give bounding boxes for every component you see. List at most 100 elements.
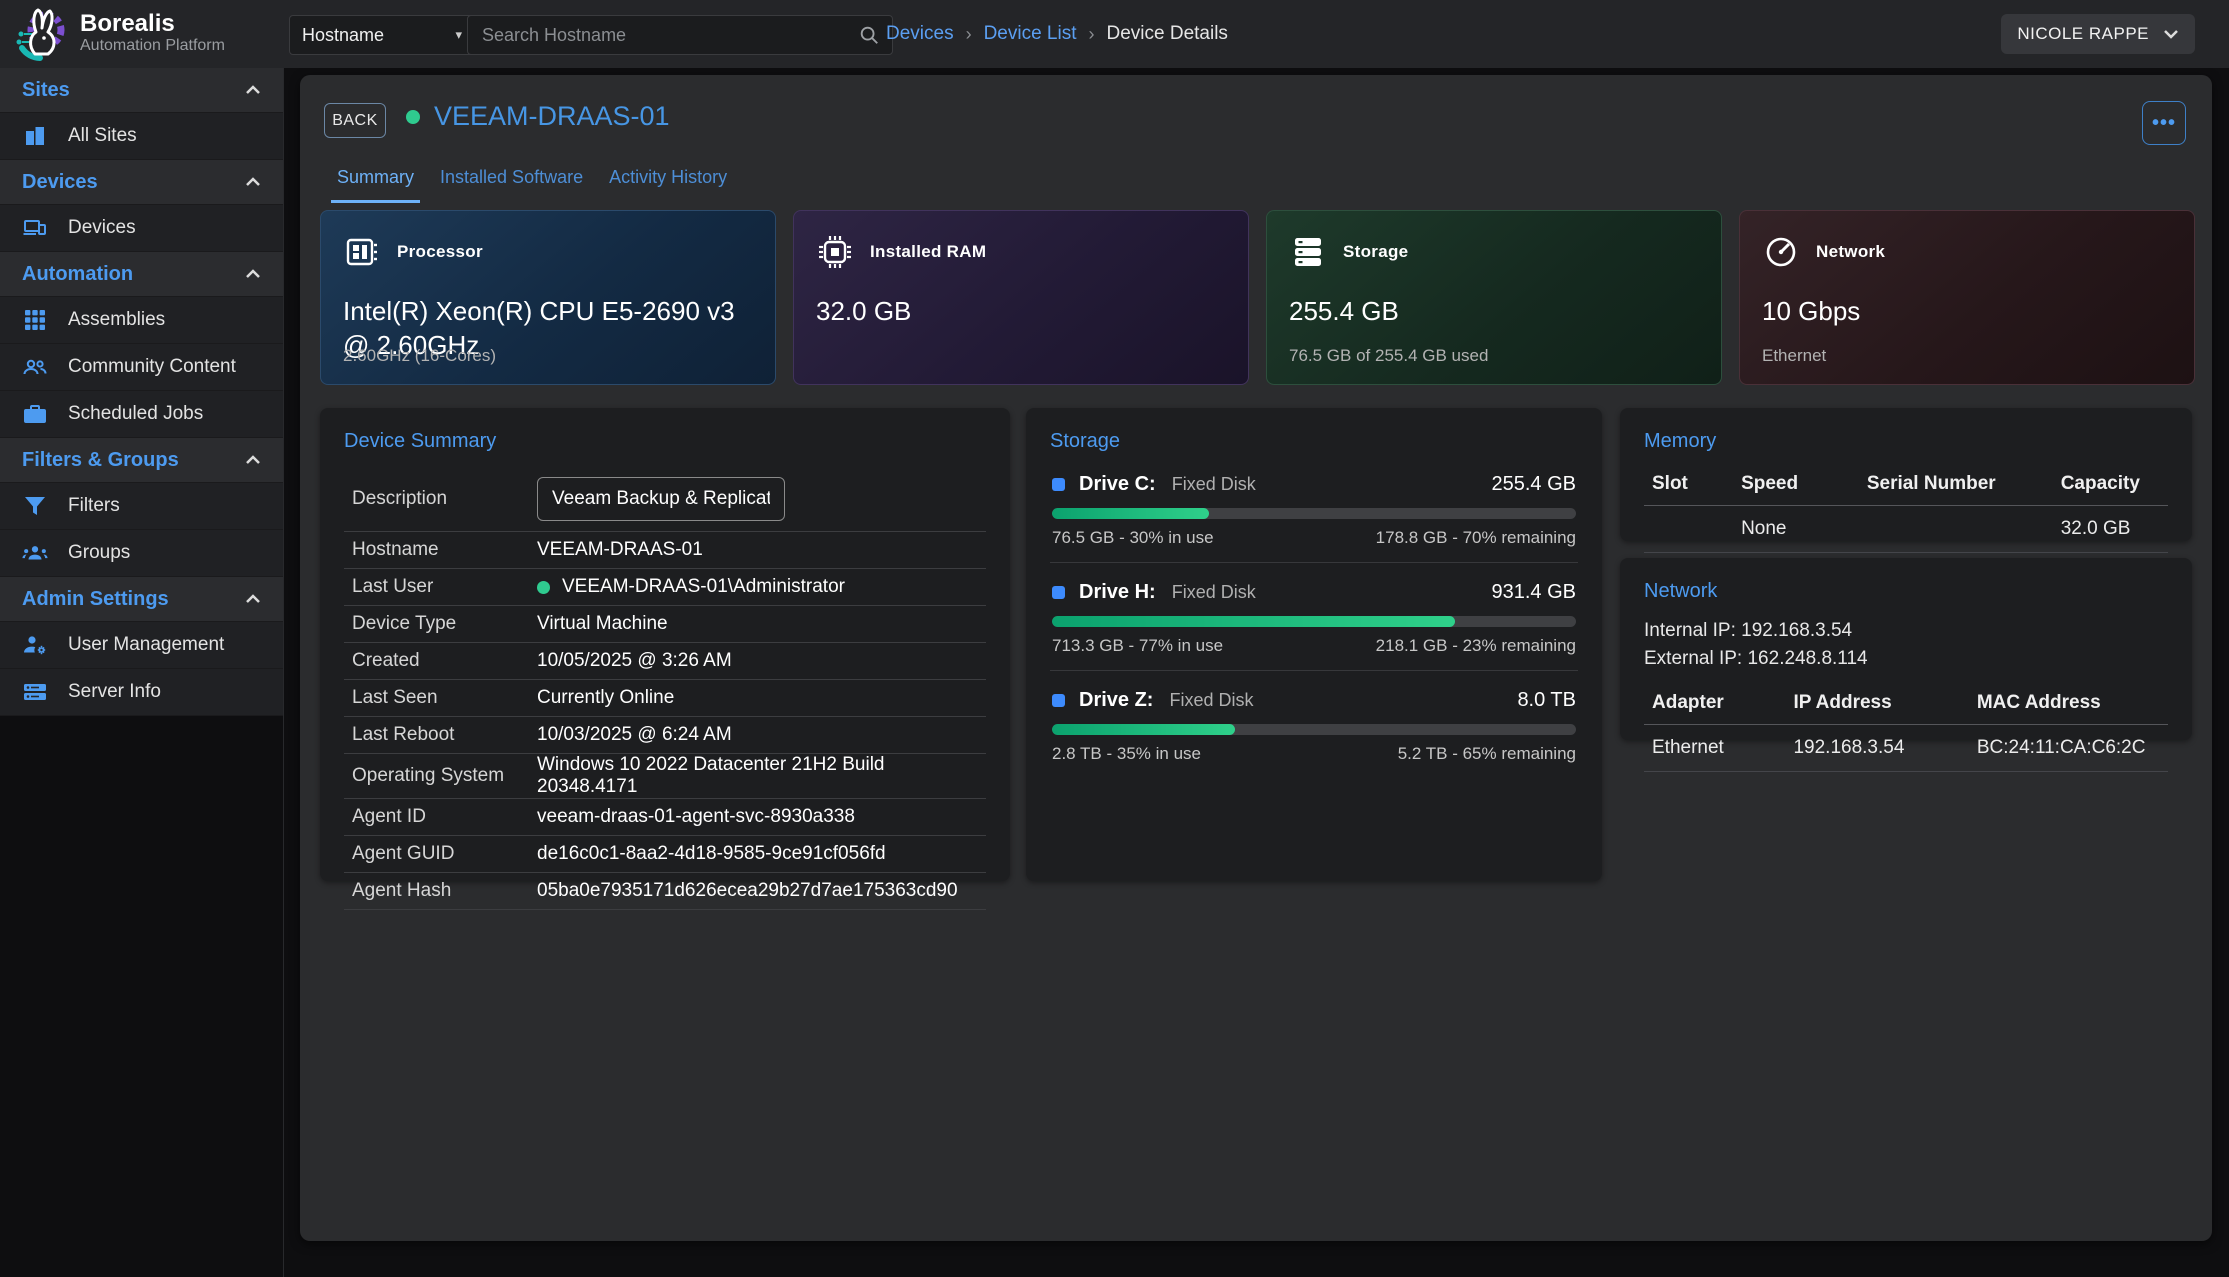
row-value: 10/05/2025 @ 3:26 AM [537, 650, 732, 672]
back-button[interactable]: BACK [324, 103, 386, 138]
summary-row-hostname: Hostname VEEAM-DRAAS-01 [344, 532, 986, 569]
drive-usage-bar [1052, 724, 1576, 735]
sidebar-item-label: Filters [68, 495, 120, 517]
row-label: Device Type [352, 613, 537, 635]
stat-card-storage: Storage 255.4 GB 76.5 GB of 255.4 GB use… [1266, 210, 1722, 385]
chevron-down-icon [2163, 29, 2179, 39]
column-header-slot: Slot [1644, 467, 1733, 506]
sidebar-item-assemblies[interactable]: Assemblies [0, 297, 283, 344]
sidebar-section-filters-groups[interactable]: Filters & Groups [0, 438, 283, 483]
device-online-dot [406, 110, 420, 124]
drive-used-text: 2.8 TB - 35% in use [1052, 744, 1201, 764]
drive-row-c: Drive C: Fixed Disk 255.4 GB 76.5 GB - 3… [1050, 467, 1578, 563]
memory-panel: Memory Slot Speed Serial Number Capacity… [1620, 408, 2192, 541]
row-value: VEEAM-DRAAS-01 [537, 539, 703, 561]
row-label: Agent GUID [352, 843, 537, 865]
drive-size: 931.4 GB [1491, 581, 1576, 604]
sidebar-item-filters[interactable]: Filters [0, 483, 283, 530]
sidebar-item-user-management[interactable]: User Management [0, 622, 283, 669]
sidebar-item-server-info[interactable]: Server Info [0, 669, 283, 716]
drive-bullet-icon [1052, 586, 1065, 599]
server-stack-icon [1289, 233, 1327, 271]
breadcrumb-device-details: Device Details [1107, 23, 1228, 45]
chevron-down-icon: ▾ [455, 27, 462, 43]
memory-slot [1644, 506, 1733, 553]
sidebar-item-label: Community Content [68, 356, 236, 378]
description-input[interactable] [537, 477, 785, 521]
breadcrumb-separator: › [1089, 24, 1095, 45]
sidebar-item-label: Groups [68, 542, 130, 564]
device-title-row: VEEAM-DRAAS-01 [406, 101, 670, 132]
stat-card-processor: Processor Intel(R) Xeon(R) CPU E5-2690 v… [320, 210, 776, 385]
sidebar-section-admin-settings[interactable]: Admin Settings [0, 577, 283, 622]
sidebar-item-label: Server Info [68, 681, 161, 703]
summary-row-last-reboot: Last Reboot 10/03/2025 @ 6:24 AM [344, 717, 986, 754]
breadcrumb-device-list[interactable]: Device List [984, 23, 1077, 45]
sidebar-section-automation[interactable]: Automation [0, 252, 283, 297]
network-panel: Network Internal IP: 192.168.3.54 Extern… [1620, 558, 2192, 740]
drive-type: Fixed Disk [1169, 690, 1253, 711]
devices-icon [22, 216, 48, 240]
search-field-selected: Hostname [302, 25, 384, 46]
breadcrumb-devices[interactable]: Devices [886, 23, 954, 45]
briefcase-icon [22, 403, 48, 425]
sidebar-item-devices[interactable]: Devices [0, 205, 283, 252]
sidebar-item-community-content[interactable]: Community Content [0, 344, 283, 391]
drive-row-h: Drive H: Fixed Disk 931.4 GB 713.3 GB - … [1050, 575, 1578, 671]
stat-footer: 76.5 GB of 255.4 GB used [1289, 346, 1488, 366]
panel-title: Memory [1644, 430, 2168, 453]
drive-usage-bar [1052, 508, 1576, 519]
summary-row-agent-id: Agent ID veeam-draas-01-agent-svc-8930a3… [344, 799, 986, 836]
drive-usage-bar [1052, 616, 1576, 627]
user-gear-icon [22, 634, 48, 656]
adapter-mac: BC:24:11:CA:C6:2C [1969, 725, 2168, 772]
breadcrumb-separator: › [966, 24, 972, 45]
sidebar-section-devices[interactable]: Devices [0, 160, 283, 205]
drive-name: Drive H: [1079, 581, 1156, 604]
sidebar-item-groups[interactable]: Groups [0, 530, 283, 577]
stat-footer: Ethernet [1762, 346, 1826, 366]
online-dot [537, 581, 550, 594]
sidebar-item-all-sites[interactable]: All Sites [0, 113, 283, 160]
sidebar-item-label: All Sites [68, 125, 137, 147]
stat-label: Installed RAM [870, 242, 986, 262]
more-actions-button[interactable]: ••• [2142, 101, 2186, 145]
column-header-adapter: Adapter [1644, 686, 1785, 725]
drive-type: Fixed Disk [1172, 582, 1256, 603]
brand-subtitle: Automation Platform [80, 37, 225, 55]
column-header-capacity: Capacity [2053, 467, 2168, 506]
panel-title: Network [1644, 580, 2168, 603]
drive-remaining-text: 178.8 GB - 70% remaining [1376, 528, 1576, 548]
chevron-up-icon [245, 85, 261, 95]
tab-activity-history[interactable]: Activity History [603, 157, 733, 203]
sidebar-item-label: Devices [68, 217, 136, 239]
drive-remaining-text: 5.2 TB - 65% remaining [1398, 744, 1576, 764]
user-menu-button[interactable]: NICOLE RAPPE [2001, 14, 2195, 54]
drive-bullet-icon [1052, 694, 1065, 707]
network-table: Adapter IP Address MAC Address Ethernet … [1644, 686, 2168, 772]
tab-summary[interactable]: Summary [331, 157, 420, 203]
building-icon [22, 124, 48, 148]
summary-row-agent-hash: Agent Hash 05ba0e7935171d626ecea29b27d7a… [344, 873, 986, 910]
server-icon [22, 681, 48, 703]
summary-row-last-user: Last User VEEAM-DRAAS-01\Administrator [344, 569, 986, 606]
search-box[interactable] [467, 15, 893, 55]
row-value: veeam-draas-01-agent-svc-8930a338 [537, 806, 855, 828]
search-input[interactable] [480, 24, 858, 47]
tab-installed-software[interactable]: Installed Software [434, 157, 589, 203]
section-label: Automation [22, 263, 133, 286]
row-label: Created [352, 650, 537, 672]
sidebar-section-sites[interactable]: Sites [0, 68, 283, 113]
search-field-dropdown[interactable]: Hostname ▾ [289, 15, 475, 55]
section-label: Admin Settings [22, 588, 169, 611]
stat-label: Processor [397, 242, 483, 262]
sidebar-item-scheduled-jobs[interactable]: Scheduled Jobs [0, 391, 283, 438]
row-label: Description [352, 488, 537, 510]
chevron-up-icon [245, 269, 261, 279]
chevron-up-icon [245, 455, 261, 465]
summary-row-agent-guid: Agent GUID de16c0c1-8aa2-4d18-9585-9ce91… [344, 836, 986, 873]
search-icon[interactable] [858, 24, 880, 46]
row-value: 10/03/2025 @ 6:24 AM [537, 724, 732, 746]
stat-card-installed-ram: Installed RAM 32.0 GB [793, 210, 1249, 385]
memory-table: Slot Speed Serial Number Capacity None 3… [1644, 467, 2168, 553]
